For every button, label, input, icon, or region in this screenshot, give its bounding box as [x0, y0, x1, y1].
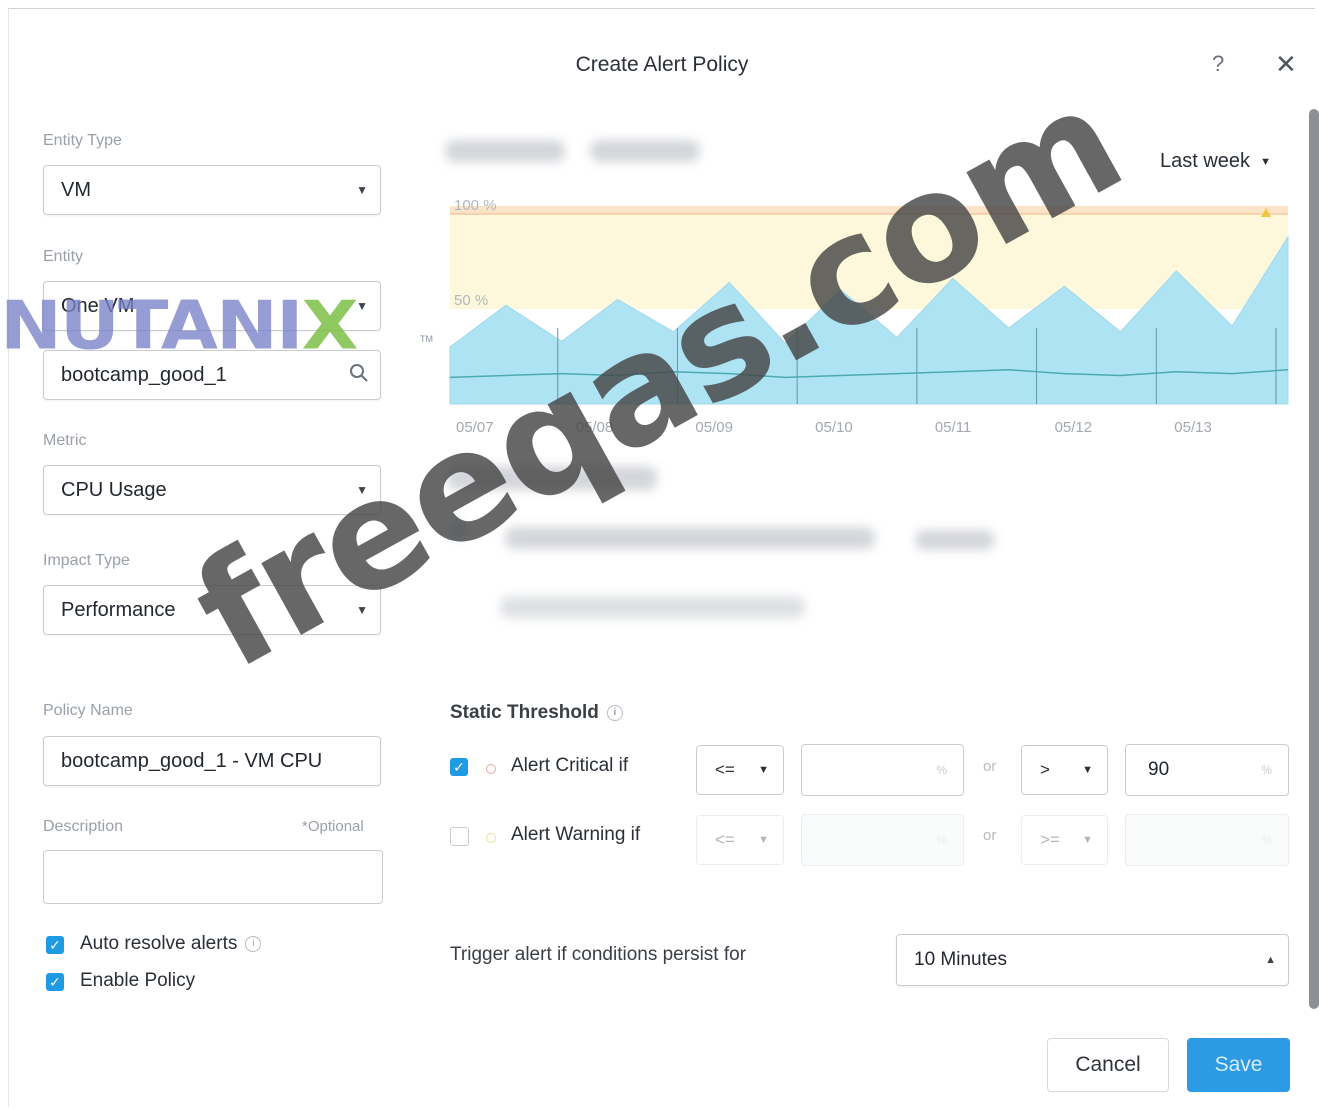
warning-operator-1-select[interactable]: <= ▼ — [696, 815, 784, 865]
or-label: or — [983, 827, 997, 844]
auto-resolve-label: Auto resolve alerts i — [80, 933, 262, 955]
alert-warning-label: Alert Warning if — [511, 824, 641, 845]
warning-dot-icon — [486, 833, 496, 843]
blurred-heading — [447, 466, 657, 490]
blurred-option — [500, 596, 805, 618]
dialog-title: Create Alert Policy — [575, 53, 749, 76]
time-range-select[interactable]: Last week ▼ — [1160, 150, 1271, 173]
critical-operator-2-value: > — [1040, 760, 1050, 779]
critical-band — [450, 206, 1288, 214]
critical-value-2: 90 — [1148, 759, 1170, 780]
chevron-down-icon: ▼ — [1082, 834, 1093, 846]
chevron-down-icon: ▼ — [356, 483, 368, 497]
logo-trademark: TM — [420, 334, 433, 344]
cpu-usage-chart: 05/07 05/08 05/09 05/10 05/11 05/12 05/13 100 %… — [449, 197, 1289, 436]
dialog-scrollbar[interactable] — [1309, 109, 1319, 1009]
x-tick-label: 05/09 — [695, 419, 733, 436]
critical-value-1-input[interactable]: % — [801, 744, 964, 796]
chevron-up-icon: ▲ — [1265, 954, 1276, 966]
alert-warning-checkbox[interactable]: ✓ — [450, 827, 469, 846]
blurred-option — [505, 527, 875, 549]
blurred-option — [915, 530, 995, 550]
entity-type-select[interactable]: VM ▼ — [43, 165, 381, 215]
impact-type-value: Performance — [61, 599, 176, 621]
critical-value-2-input[interactable]: 90% — [1125, 744, 1289, 796]
policy-name-value: bootcamp_good_1 - VM CPU — [61, 750, 323, 772]
chevron-down-icon: ▼ — [1082, 764, 1093, 776]
description-label: Description — [43, 818, 124, 835]
warning-operator-2-select[interactable]: >= ▼ — [1021, 815, 1108, 865]
metric-select[interactable]: CPU Usage ▼ — [43, 465, 381, 515]
chevron-down-icon: ▼ — [758, 834, 769, 846]
x-tick-label: 05/07 — [456, 419, 494, 436]
critical-operator-1-value: <= — [715, 760, 735, 779]
chevron-down-icon: ▼ — [356, 183, 368, 197]
close-icon[interactable]: ✕ — [1275, 49, 1297, 80]
alert-critical-checkbox[interactable]: ✓ — [450, 758, 468, 776]
description-input[interactable] — [43, 850, 383, 904]
trigger-duration-value: 10 Minutes — [914, 949, 1007, 970]
chevron-down-icon: ▼ — [356, 603, 368, 617]
blurred-tab — [445, 140, 565, 162]
x-tick-label: 05/08 — [576, 419, 614, 436]
percent-unit: % — [936, 763, 947, 777]
static-threshold-title: Static Threshold i — [450, 702, 623, 724]
time-range-value: Last week — [1160, 150, 1251, 172]
entity-label: Entity — [43, 248, 84, 265]
save-button[interactable]: Save — [1187, 1038, 1290, 1092]
chevron-down-icon: ▼ — [758, 764, 769, 776]
alert-critical-label: Alert Critical if — [511, 755, 629, 776]
y-tick-label: 100 % — [454, 197, 497, 214]
percent-unit: % — [1261, 763, 1272, 777]
warning-operator-2-value: >= — [1040, 830, 1060, 849]
entity-type-label: Entity Type — [43, 132, 122, 149]
critical-operator-1-select[interactable]: <= ▼ — [696, 745, 784, 795]
policy-name-input[interactable]: bootcamp_good_1 - VM CPU — [43, 736, 381, 786]
help-icon[interactable]: ? — [1212, 51, 1224, 77]
trigger-label: Trigger alert if conditions persist for — [450, 944, 747, 965]
enable-policy-checkbox[interactable]: ✓ — [46, 973, 64, 991]
info-icon[interactable]: i — [606, 704, 623, 721]
cancel-button[interactable]: Cancel — [1047, 1038, 1169, 1092]
or-label: or — [983, 758, 997, 775]
impact-type-select[interactable]: Performance ▼ — [43, 585, 381, 635]
critical-operator-2-select[interactable]: > ▼ — [1021, 745, 1108, 795]
impact-type-label: Impact Type — [43, 552, 130, 569]
blurred-tab — [590, 140, 700, 162]
warning-value-1-input[interactable]: % — [801, 814, 964, 866]
info-icon[interactable]: i — [245, 935, 262, 952]
blurred-radio — [450, 522, 466, 538]
search-icon[interactable] — [348, 362, 370, 384]
enable-policy-label: Enable Policy — [80, 970, 196, 991]
metric-label: Metric — [43, 432, 87, 449]
nutanix-logo: NUTANIX — [0, 287, 359, 365]
critical-dot-icon — [486, 764, 496, 774]
x-tick-label: 05/11 — [935, 419, 971, 436]
optional-hint: *Optional — [302, 818, 364, 835]
entity-search-value: bootcamp_good_1 — [61, 364, 227, 386]
policy-name-label: Policy Name — [43, 702, 133, 719]
percent-unit: % — [936, 833, 947, 847]
entity-type-value: VM — [61, 179, 91, 201]
trigger-duration-select[interactable]: 10 Minutes ▲ — [896, 934, 1289, 986]
y-tick-label: 50 % — [454, 292, 488, 309]
warning-value-2-input[interactable]: % — [1125, 814, 1289, 866]
auto-resolve-checkbox[interactable]: ✓ — [46, 936, 64, 954]
chevron-down-icon: ▼ — [1260, 155, 1271, 168]
metric-value: CPU Usage — [61, 479, 167, 501]
x-tick-label: 05/12 — [1055, 419, 1093, 436]
x-tick-label: 05/10 — [815, 419, 853, 436]
percent-unit: % — [1261, 833, 1272, 847]
x-tick-label: 05/13 — [1174, 419, 1212, 436]
warning-operator-1-value: <= — [715, 830, 735, 849]
chevron-down-icon: ▼ — [356, 299, 368, 313]
